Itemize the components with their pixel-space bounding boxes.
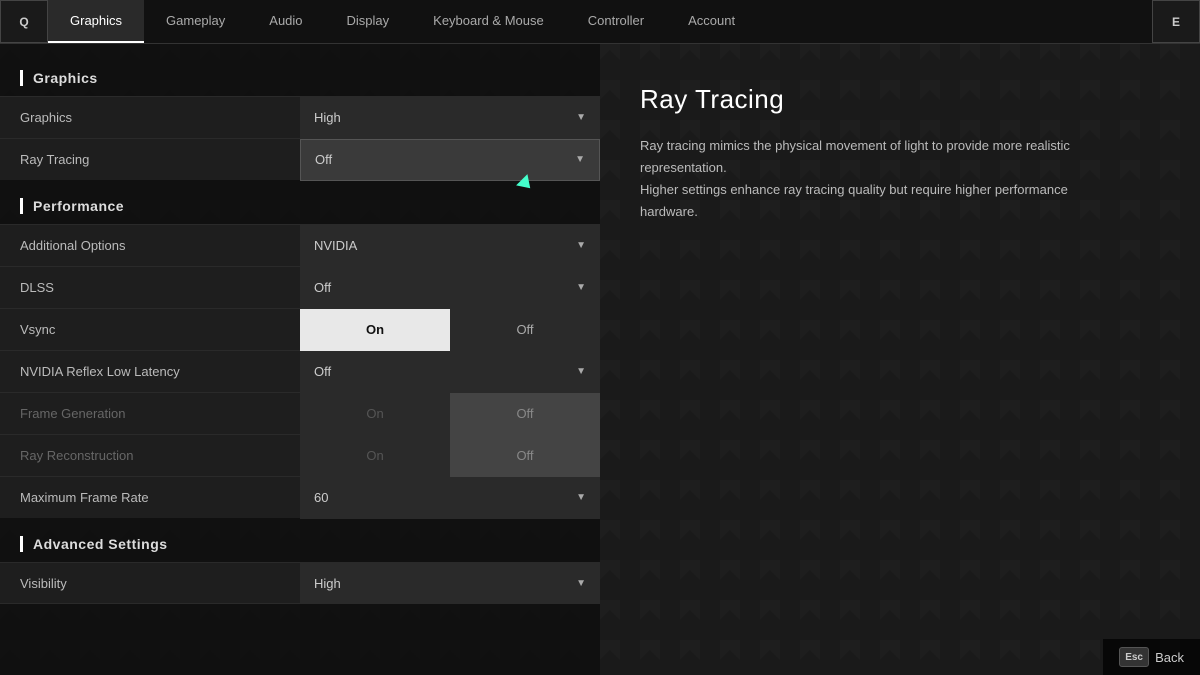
nvidia-reflex-arrow: ▼ [576,366,586,377]
visibility-label: Visibility [0,576,300,591]
dlss-label: DLSS [0,280,300,295]
vsync-on-button[interactable]: On [300,309,450,351]
additional-options-label: Additional Options [0,238,300,253]
setting-row-vsync: Vsync On Off [0,308,600,350]
ray-tracing-label: Ray Tracing [0,152,300,167]
section-advanced-header: Advanced Settings [0,530,600,562]
graphics-label: Graphics [0,110,300,125]
setting-row-ray-reconstruction: Ray Reconstruction On Off [0,434,600,476]
visibility-dropdown[interactable]: High ▼ [300,562,600,604]
ray-reconstruction-on-button[interactable]: On [300,435,450,477]
setting-row-dlss: DLSS Off ▼ [0,266,600,308]
esc-bar: Esc Back [1103,639,1200,675]
info-panel: Ray Tracing Ray tracing mimics the physi… [600,44,1200,675]
nvidia-reflex-dropdown[interactable]: Off ▼ [300,351,600,393]
section-graphics-header: Graphics [0,64,600,96]
tab-audio[interactable]: Audio [247,0,324,43]
vsync-control: On Off [300,309,600,351]
dlss-dropdown[interactable]: Off ▼ [300,267,600,309]
graphics-dropdown[interactable]: High ▼ [300,97,600,139]
main-container: Graphics Graphics High ▼ Ray Tracing Off [0,44,1200,675]
ray-reconstruction-control: On Off [300,435,600,477]
section-performance-header: Performance [0,192,600,224]
back-label: Back [1155,650,1184,665]
frame-generation-on-button[interactable]: On [300,393,450,435]
navigation-bar: Q Graphics Gameplay Audio Display Keyboa… [0,0,1200,44]
tab-account[interactable]: Account [666,0,757,43]
additional-options-arrow: ▼ [576,240,586,251]
max-frame-rate-label: Maximum Frame Rate [0,490,300,505]
settings-panel: Graphics Graphics High ▼ Ray Tracing Off [0,44,600,675]
additional-options-dropdown[interactable]: NVIDIA ▼ [300,225,600,267]
dlss-control: Off ▼ [300,267,600,309]
tab-keyboard-mouse[interactable]: Keyboard & Mouse [411,0,566,43]
vsync-toggle: On Off [300,309,600,351]
frame-generation-control: On Off [300,393,600,435]
frame-generation-label: Frame Generation [0,406,300,421]
visibility-arrow: ▼ [576,578,586,589]
max-frame-rate-control: 60 ▼ [300,477,600,519]
additional-options-control: NVIDIA ▼ [300,225,600,267]
info-description: Ray tracing mimics the physical movement… [640,135,1080,223]
e-icon-button[interactable]: E [1152,0,1200,43]
setting-row-graphics: Graphics High ▼ [0,96,600,138]
q-icon-button[interactable]: Q [0,0,48,43]
setting-row-visibility: Visibility High ▼ [0,562,600,604]
max-frame-rate-arrow: ▼ [576,492,586,503]
ray-reconstruction-label: Ray Reconstruction [0,448,300,463]
tab-display[interactable]: Display [325,0,412,43]
ray-reconstruction-toggle: On Off [300,435,600,477]
info-title: Ray Tracing [640,84,1160,115]
tab-gameplay[interactable]: Gameplay [144,0,247,43]
graphics-control: High ▼ [300,97,600,139]
tab-graphics[interactable]: Graphics [48,0,144,43]
esc-key: Esc [1119,647,1149,667]
graphics-dropdown-arrow: ▼ [576,112,586,123]
vsync-off-button[interactable]: Off [450,309,600,351]
tab-controller[interactable]: Controller [566,0,666,43]
setting-row-frame-generation: Frame Generation On Off [0,392,600,434]
frame-generation-off-button[interactable]: Off [450,393,600,435]
setting-row-max-frame-rate: Maximum Frame Rate 60 ▼ [0,476,600,518]
ray-tracing-control: Off ▼ [300,139,600,181]
ray-tracing-dropdown-arrow: ▼ [575,154,585,165]
nvidia-reflex-label: NVIDIA Reflex Low Latency [0,364,300,379]
setting-row-nvidia-reflex: NVIDIA Reflex Low Latency Off ▼ [0,350,600,392]
visibility-control: High ▼ [300,562,600,604]
setting-row-ray-tracing: Ray Tracing Off ▼ [0,138,600,180]
setting-row-additional-options: Additional Options NVIDIA ▼ [0,224,600,266]
frame-generation-toggle: On Off [300,393,600,435]
nvidia-reflex-control: Off ▼ [300,351,600,393]
max-frame-rate-dropdown[interactable]: 60 ▼ [300,477,600,519]
vsync-label: Vsync [0,322,300,337]
dlss-arrow: ▼ [576,282,586,293]
ray-tracing-dropdown[interactable]: Off ▼ [300,139,600,181]
ray-reconstruction-off-button[interactable]: Off [450,435,600,477]
